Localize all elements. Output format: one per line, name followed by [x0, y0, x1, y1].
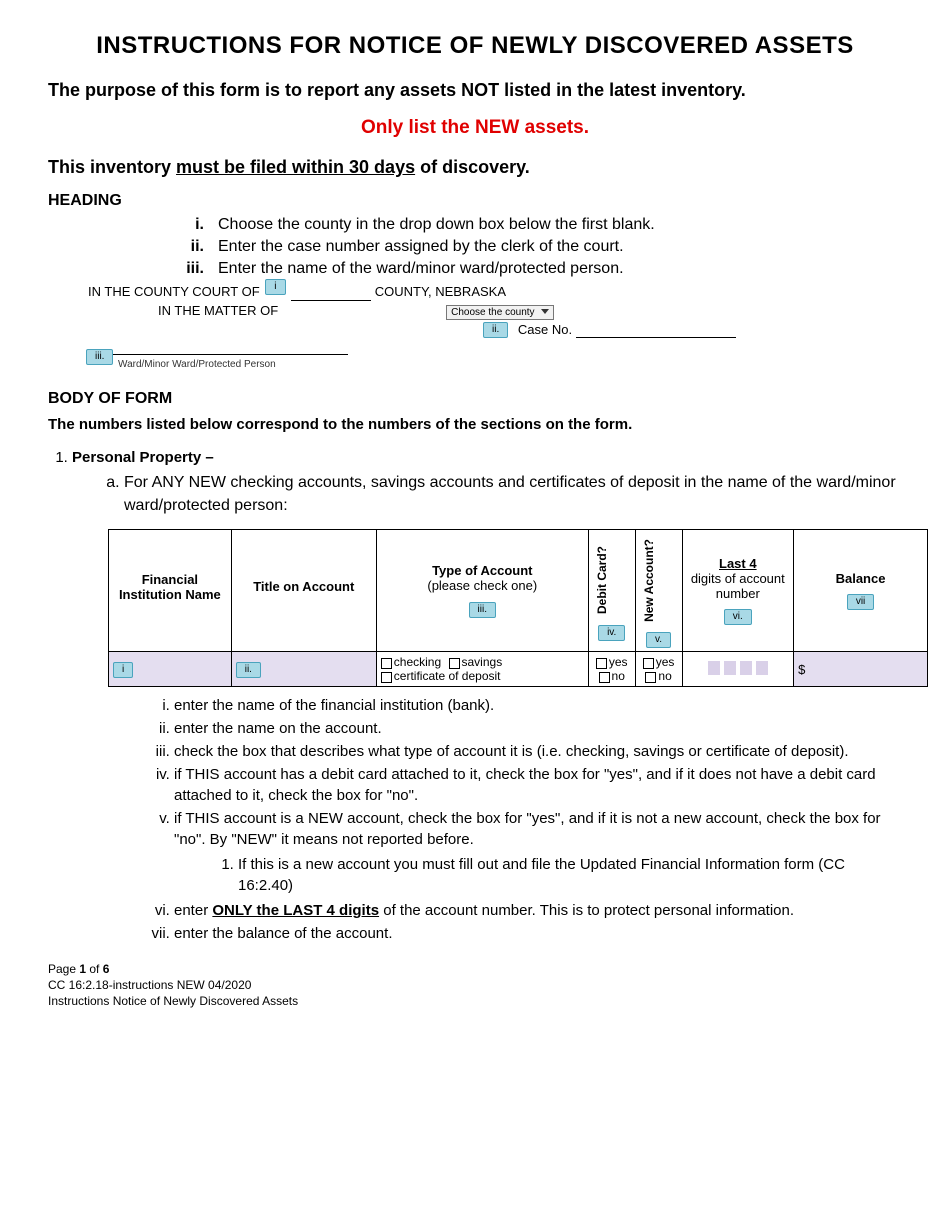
def-ii: enter the name on the account. — [174, 718, 902, 739]
callout-ii: ii. — [483, 322, 508, 338]
callout-col-iv: iv. — [598, 625, 625, 641]
def-i: enter the name of the financial institut… — [174, 695, 902, 716]
col-type: Type of Account(please check one) — [381, 563, 584, 593]
dollar-sign: $ — [798, 662, 805, 677]
checkbox-cod[interactable] — [381, 672, 392, 683]
county-line-pre: IN THE COUNTY COURT OF — [88, 284, 263, 299]
red-note: Only list the NEW assets. — [48, 117, 902, 139]
opt-checking: checking — [394, 655, 441, 669]
opt-savings: savings — [462, 655, 503, 669]
opt-debit-no: no — [612, 669, 625, 683]
col-newacct: New Account? — [640, 533, 658, 628]
heading-item-ii: ii.Enter the case number assigned by the… — [178, 238, 902, 256]
purpose-text: The purpose of this form is to report an… — [48, 80, 902, 101]
body-section-title: BODY OF FORM — [48, 390, 902, 408]
heading-illustration: IN THE COUNTY COURT OF i COUNTY, NEBRASK… — [88, 284, 902, 370]
def-vi: enter ONLY the LAST 4 digits of the acco… — [174, 900, 902, 921]
opt-new-yes: yes — [656, 655, 675, 669]
accounts-table: Financial Institution Name Title on Acco… — [108, 529, 928, 687]
def-iv: if THIS account has a debit card attache… — [174, 764, 902, 806]
deadline-text: This inventory must be filed within 30 d… — [48, 157, 902, 178]
def-v: if THIS account is a NEW account, check … — [174, 808, 902, 896]
callout-col-vi: vi. — [724, 609, 752, 625]
heading-item-ii-text: Enter the case number assigned by the cl… — [218, 238, 624, 255]
callout-row-ii: ii. — [236, 662, 261, 678]
def-v-1: If this is a new account you must fill o… — [238, 854, 902, 896]
callout-i: i — [265, 279, 285, 295]
heading-section-title: HEADING — [48, 192, 902, 210]
col-fin: Financial Institution Name — [113, 572, 227, 602]
checkbox-new-no[interactable] — [645, 672, 656, 683]
checkbox-savings[interactable] — [449, 658, 460, 669]
callout-col-v: v. — [646, 632, 671, 648]
callout-iii: iii. — [86, 349, 113, 365]
case-no-label: Case No. — [518, 322, 572, 337]
ward-sublabel: Ward/Minor Ward/Protected Person — [118, 359, 276, 370]
checkbox-debit-yes[interactable] — [596, 658, 607, 669]
col-title: Title on Account — [236, 579, 372, 594]
callout-row-i: i — [113, 662, 133, 678]
body-item-1-label: Personal Property – — [72, 449, 214, 466]
county-dropdown-label: Choose the county — [451, 307, 534, 318]
deadline-underline: must be filed within 30 days — [176, 157, 415, 177]
deadline-pre: This inventory — [48, 157, 176, 177]
balance-cell[interactable]: $ — [794, 652, 928, 687]
checkbox-new-yes[interactable] — [643, 658, 654, 669]
opt-new-no: no — [658, 669, 671, 683]
callout-col-iii: iii. — [469, 602, 496, 618]
checkbox-checking[interactable] — [381, 658, 392, 669]
matter-label: IN THE MATTER OF — [158, 303, 278, 320]
heading-item-i: i.Choose the county in the drop down box… — [178, 216, 902, 234]
heading-item-iii: iii.Enter the name of the ward/minor war… — [178, 260, 902, 278]
county-dropdown[interactable]: Choose the county — [446, 305, 554, 320]
def-vii: enter the balance of the account. — [174, 923, 902, 944]
heading-item-iii-text: Enter the name of the ward/minor ward/pr… — [218, 260, 624, 277]
col-debit: Debit Card? — [593, 540, 611, 620]
chevron-down-icon — [541, 309, 549, 314]
ward-name-blank[interactable] — [88, 354, 348, 355]
body-item-1a: For ANY NEW checking accounts, savings a… — [124, 472, 902, 517]
county-blank[interactable] — [291, 300, 371, 301]
body-item-1: Personal Property – For ANY NEW checking… — [72, 449, 902, 517]
county-line-post: COUNTY, NEBRASKA — [375, 284, 506, 299]
def-iii: check the box that describes what type o… — [174, 741, 902, 762]
footer-title: Instructions Notice of Newly Discovered … — [48, 994, 902, 1010]
body-list: Personal Property – For ANY NEW checking… — [48, 449, 902, 517]
col-balance: Balance — [798, 571, 923, 586]
callout-col-vii: vii — [847, 594, 874, 610]
footer-ref: CC 16:2.18-instructions NEW 04/2020 — [48, 978, 902, 994]
page-title: INSTRUCTIONS FOR NOTICE OF NEWLY DISCOVE… — [48, 32, 902, 60]
checkbox-debit-no[interactable] — [599, 672, 610, 683]
last4-digits-input[interactable] — [687, 660, 790, 679]
case-no-blank[interactable] — [576, 337, 736, 338]
opt-cod: certificate of deposit — [394, 669, 501, 683]
table-row: i ii. checking savings certificate of de… — [109, 652, 928, 687]
body-note: The numbers listed below correspond to t… — [48, 416, 902, 433]
definitions-list: enter the name of the financial institut… — [48, 695, 902, 944]
col-last4: Last 4digits of account number — [687, 556, 790, 601]
heading-list: i.Choose the county in the drop down box… — [48, 216, 902, 278]
opt-debit-yes: yes — [609, 655, 628, 669]
heading-item-i-text: Choose the county in the drop down box b… — [218, 216, 655, 233]
deadline-post: of discovery. — [415, 157, 530, 177]
page-footer: Page 1 of 6 CC 16:2.18-instructions NEW … — [48, 962, 902, 1009]
